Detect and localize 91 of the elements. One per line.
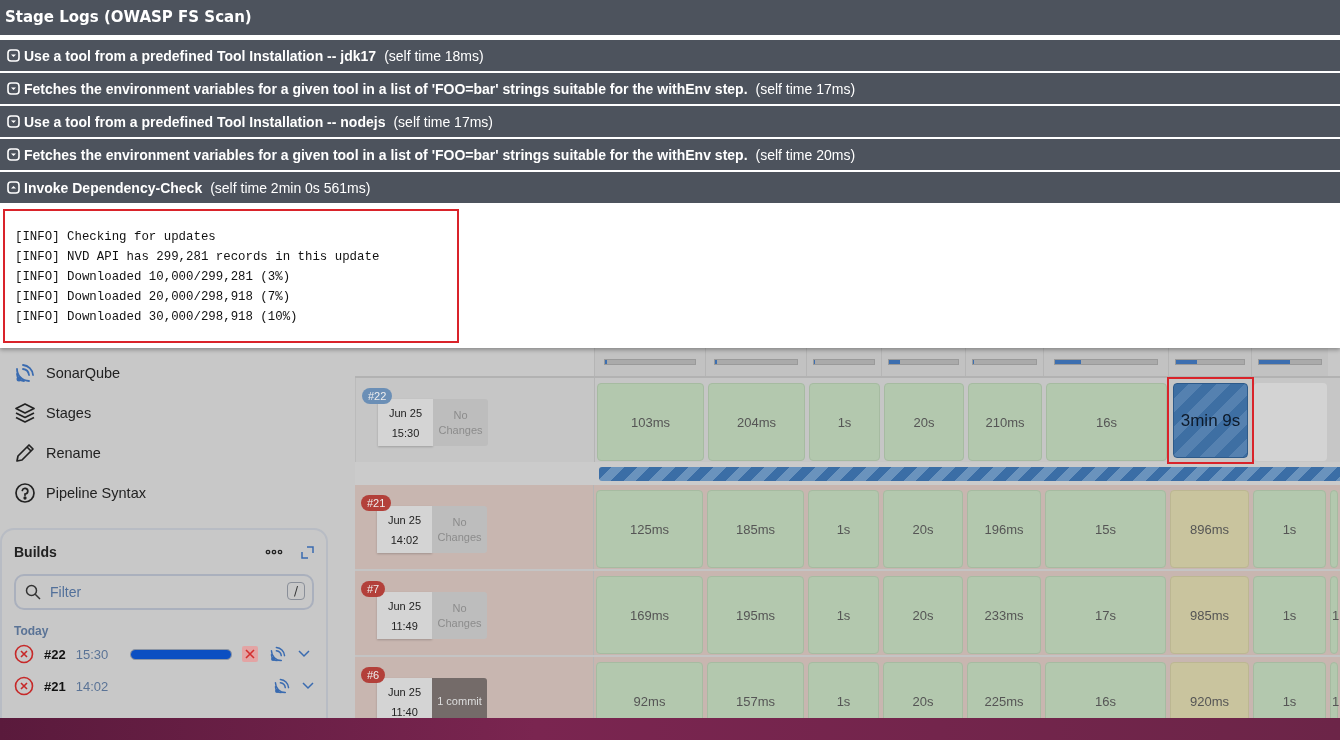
build-badge[interactable]: #22	[362, 388, 393, 404]
build-link[interactable]: #21	[44, 678, 66, 694]
sidebar-item[interactable]: Rename	[0, 433, 355, 473]
stage-cell[interactable]: 225ms	[967, 662, 1041, 718]
stage-cell[interactable]: 210ms	[968, 383, 1042, 461]
dialog-title: Stage Logs (OWASP FS Scan)	[0, 0, 1340, 35]
stage-cell[interactable]	[1330, 490, 1338, 568]
expand-icon	[7, 115, 20, 128]
stage-cell[interactable]: 233ms	[967, 576, 1041, 654]
stage-time-bar	[1257, 359, 1323, 365]
build-time: 15:30	[391, 426, 420, 439]
step-toggle[interactable]: Use a tool from a predefined Tool Installation -- nodejs (self time 17ms)	[0, 106, 1340, 137]
layers-icon	[14, 402, 36, 424]
signal-icon	[14, 362, 36, 384]
log-line: [INFO] NVD API has 299,281 records in this update	[15, 249, 381, 266]
build-time: 14:02	[390, 533, 419, 546]
build-date: Jun 25	[388, 599, 421, 612]
build-date: Jun 25	[388, 685, 421, 698]
pencil-icon	[14, 442, 36, 464]
log-line: [INFO] Downloaded 10,000/299,281 (3%)	[15, 269, 292, 286]
stage-cell[interactable]: 92ms	[596, 662, 703, 718]
build-time: 15:30	[75, 646, 110, 662]
log-line: [INFO] Downloaded 30,000/298,918 (10%)	[15, 309, 299, 326]
stage-cell[interactable]: 17s	[1045, 576, 1166, 654]
sidebar-item[interactable]: Stages	[0, 393, 355, 433]
build-date: Jun 25	[389, 406, 422, 419]
build-date: Jun 25	[388, 513, 421, 526]
collapse-icon	[7, 181, 20, 194]
build-link[interactable]: #22	[44, 646, 66, 662]
chevron-down-icon[interactable]	[297, 650, 310, 658]
stage-cell[interactable]: 20s	[883, 576, 963, 654]
stage-cell[interactable]: 1s	[808, 662, 879, 718]
stage-cell[interactable]: 1s	[808, 576, 879, 654]
expand-icon	[7, 82, 20, 95]
search-icon	[25, 584, 41, 600]
stage-cell[interactable]: 16s	[1045, 662, 1166, 718]
sidebar-item[interactable]: Pipeline Syntax	[0, 473, 355, 513]
stage-cell[interactable]: 985ms	[1170, 576, 1249, 654]
stage-cell[interactable]: 20s	[883, 490, 963, 568]
stage-cell[interactable]: 185ms	[707, 490, 804, 568]
step-toggle[interactable]: Fetches the environment variables for a given tool in a list of 'FOO=bar' strings suitable for the withEnv step. (self time 20ms)	[0, 139, 1340, 170]
stage-cell[interactable]: 1s	[809, 383, 880, 461]
stage-cell[interactable]: 1s	[1253, 490, 1326, 568]
stage-cell[interactable]: 3min 9s	[1173, 383, 1248, 458]
failed-icon	[14, 676, 34, 696]
expand-icon	[7, 148, 20, 161]
stage-time-bar	[1175, 359, 1245, 365]
stage-cell[interactable]: 896ms	[1170, 490, 1249, 568]
stage-cell[interactable]: 196ms	[967, 490, 1041, 568]
stage-cell[interactable]: 1	[1330, 662, 1338, 718]
stage-cell[interactable]: 20s	[884, 383, 964, 461]
chevron-down-icon[interactable]	[301, 682, 314, 690]
build-time: 14:02	[75, 678, 110, 694]
build-badge[interactable]: #6	[361, 667, 386, 683]
step-toggle[interactable]: Invoke Dependency-Check (self time 2min 0s 561ms)	[0, 172, 1340, 203]
group-label: Today	[14, 624, 50, 638]
stage-cell[interactable]: 169ms	[596, 576, 703, 654]
stage-cell[interactable]: 157ms	[707, 662, 804, 718]
build-badge[interactable]: #21	[361, 495, 392, 511]
stage-cell[interactable]: 1s	[1253, 576, 1326, 654]
stage-cell[interactable]: 15s	[1045, 490, 1166, 568]
more-icon[interactable]	[265, 549, 283, 555]
shortcut-key: /	[286, 582, 305, 600]
stage-cell[interactable]: 1s	[808, 490, 879, 568]
cancel-button[interactable]	[241, 646, 258, 662]
failed-icon	[14, 644, 34, 664]
stage-time-bar	[888, 359, 959, 365]
stage-cell[interactable]: 1s	[1253, 662, 1326, 718]
expand-icon	[7, 49, 20, 62]
stage-cell[interactable]: 103ms	[597, 383, 704, 461]
stage-cell[interactable]: 20s	[883, 662, 963, 718]
sidebar-item[interactable]: SonarQube	[0, 353, 355, 393]
build-badge[interactable]: #7	[361, 581, 386, 597]
stage-cell[interactable]: 195ms	[707, 576, 804, 654]
log-line: [INFO] Downloaded 20,000/298,918 (7%)	[15, 289, 292, 306]
build-time: 11:40	[391, 705, 418, 718]
stage-cell[interactable]: 16s	[1046, 383, 1167, 461]
card-title: Builds	[14, 544, 58, 560]
stage-time-bar	[812, 359, 876, 365]
expand-icon[interactable]	[301, 545, 314, 559]
step-toggle[interactable]: Use a tool from a predefined Tool Installation -- jdk17 (self time 18ms)	[0, 40, 1340, 71]
stage-cell[interactable]: 204ms	[708, 383, 805, 461]
log-line: [INFO] Checking for updates	[15, 229, 217, 246]
stage-cell[interactable]: 920ms	[1170, 662, 1249, 718]
help-icon	[14, 482, 36, 504]
step-toggle[interactable]: Fetches the environment variables for a given tool in a list of 'FOO=bar' strings suitable for the withEnv step. (self time 17ms)	[0, 73, 1340, 104]
changes-card[interactable]: 1 commit	[432, 678, 487, 718]
stage-time-bar	[971, 359, 1038, 365]
stage-cell[interactable]: 125ms	[596, 490, 703, 568]
stage-cell[interactable]: 1	[1330, 576, 1338, 654]
build-time: 11:49	[391, 619, 418, 632]
